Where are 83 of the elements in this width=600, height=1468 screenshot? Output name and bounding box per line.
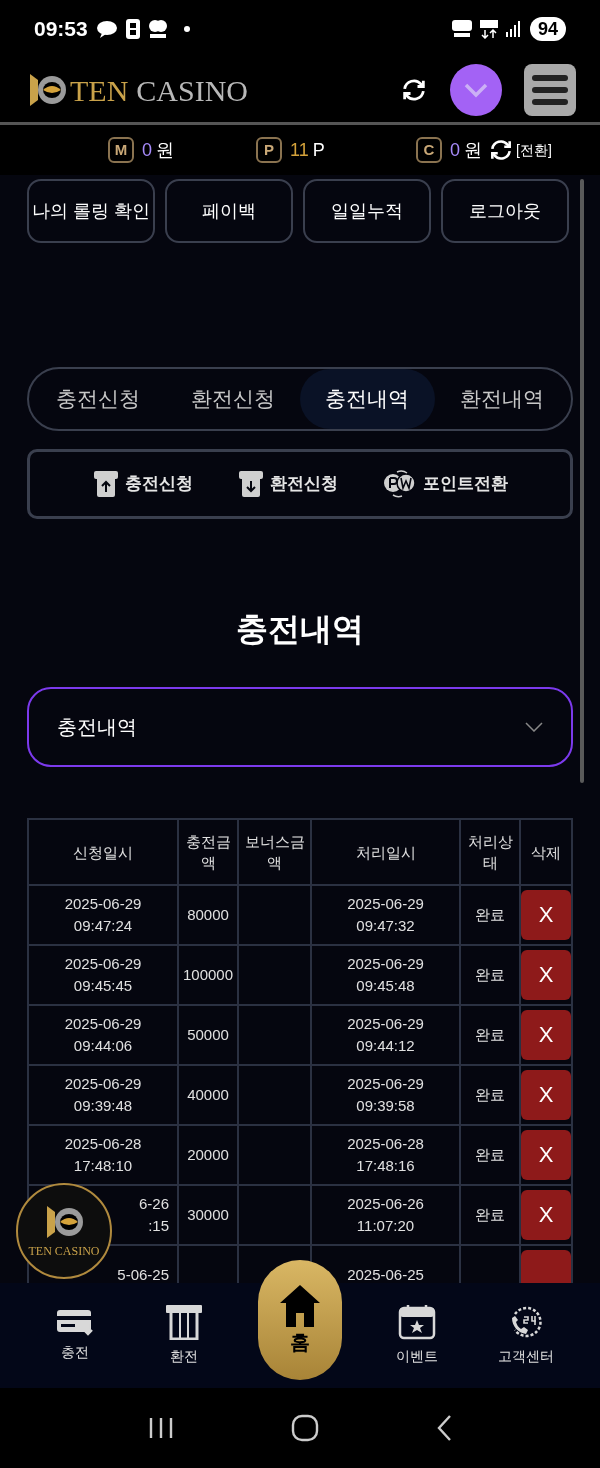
back-icon[interactable] (435, 1414, 452, 1442)
table-cell: 40000 (178, 1065, 238, 1125)
logo-text-left: TEN (70, 72, 129, 109)
table-cell: 2025-06-29 09:45:48 (311, 945, 460, 1005)
table-cell: 2025-06-29 09:47:24 (28, 885, 178, 945)
delete-button[interactable]: X (521, 950, 571, 1000)
balance-amount: 11 (290, 138, 309, 162)
table-cell: 2025-06-28 17:48:16 (311, 1125, 460, 1185)
dropdown-button[interactable] (450, 64, 502, 116)
lte-icon (479, 19, 498, 39)
chevron-down-icon (525, 722, 543, 732)
floating-logo-text: TEN CASINO (28, 1243, 100, 1260)
table-cell: 30000 (178, 1185, 238, 1245)
column-header: 충전금액 (178, 819, 238, 885)
nav-item[interactable]: 환전 (129, 1304, 238, 1367)
table-cell: 50000 (178, 1005, 238, 1065)
menu-icon (532, 75, 568, 105)
currency-badge: M (108, 137, 134, 163)
column-header: 삭제 (520, 819, 572, 885)
coins-icon (147, 19, 168, 39)
currency-badge: P (256, 137, 282, 163)
table-cell: 100000 (178, 945, 238, 1005)
delete-button[interactable]: X (521, 1190, 571, 1240)
balance-unit: 원 (464, 138, 482, 162)
quick-button[interactable]: 일일누적 (303, 179, 431, 243)
column-header: 처리상태 (460, 819, 520, 885)
menu-button[interactable] (524, 64, 576, 116)
table-cell: 2025-06-29 09:44:06 (28, 1005, 178, 1065)
column-header: 보너스금액 (238, 819, 311, 885)
history-select[interactable]: 충전내역 (27, 687, 573, 767)
tab[interactable]: 환전신청 (165, 369, 300, 429)
refresh-icon[interactable] (488, 137, 514, 163)
action-button[interactable]: 충전신청 (92, 470, 193, 498)
table-cell: 2025-06-26 11:07:20 (311, 1185, 460, 1245)
action-button[interactable]: 환전신청 (237, 470, 338, 498)
card-icon (55, 1308, 94, 1336)
quick-button[interactable]: 로그아웃 (441, 179, 569, 243)
hd-voice-icon (451, 20, 472, 38)
delete-button[interactable]: X (521, 1010, 571, 1060)
convert-link[interactable]: [전환] (516, 139, 552, 161)
withdraw-slot-icon (237, 470, 264, 498)
tab[interactable]: 충전내역 (300, 369, 435, 429)
clock: 09:53 (34, 16, 88, 43)
recent-apps-icon[interactable] (148, 1416, 175, 1440)
balance-amount: 0 (142, 138, 152, 162)
chevron-down-icon (463, 82, 489, 98)
tab[interactable]: 환전내역 (434, 369, 569, 429)
balance-unit: P (312, 138, 325, 162)
nav-item[interactable]: 이벤트 (362, 1304, 471, 1367)
balance-amount: 0 (450, 138, 460, 162)
table-cell: 2025-06-29 09:39:48 (28, 1065, 178, 1125)
column-header: 신청일시 (28, 819, 178, 885)
battery-level: 94 (529, 17, 566, 41)
signal-icon (505, 21, 522, 37)
table-cell: 2025-06-29 09:47:32 (311, 885, 460, 945)
deposit-slot-icon (92, 470, 119, 498)
nav-item[interactable]: 고객센터 (471, 1304, 580, 1367)
refresh-icon[interactable] (400, 76, 428, 104)
quick-button[interactable]: 페이백 (165, 179, 293, 243)
table-cell: 2025-06-29 09:39:58 (311, 1065, 460, 1125)
quick-button[interactable]: 나의 롤링 확인 (27, 179, 155, 243)
section-title: 충전내역 (235, 610, 365, 649)
points-exchange-icon (382, 469, 417, 499)
column-header: 처리일시 (311, 819, 460, 885)
floating-logo-button[interactable]: TEN CASINO (16, 1183, 112, 1279)
table-cell: 2025-06-29 09:45:45 (28, 945, 178, 1005)
delete-button[interactable]: X (521, 890, 571, 940)
table-cell: 80000 (178, 885, 238, 945)
delete-button[interactable]: X (521, 1070, 571, 1120)
nav-item[interactable]: 충전 (20, 1308, 129, 1363)
logo-text-right: CASINO (136, 72, 248, 109)
atm-icon (164, 1304, 203, 1340)
home-button[interactable]: 홈 (258, 1259, 342, 1380)
tab[interactable]: 충전신청 (31, 369, 166, 429)
balance-unit: 원 (156, 138, 174, 162)
scrollbar[interactable] (580, 179, 584, 783)
chat-bubble-icon (95, 20, 118, 38)
app-notification-icon (125, 19, 140, 39)
table-cell: 2025-06-29 09:44:12 (311, 1005, 460, 1065)
delete-button[interactable]: X (521, 1130, 571, 1180)
table-cell: 20000 (178, 1125, 238, 1185)
currency-badge: C (416, 137, 442, 163)
action-button[interactable]: 포인트전환 (382, 469, 508, 499)
